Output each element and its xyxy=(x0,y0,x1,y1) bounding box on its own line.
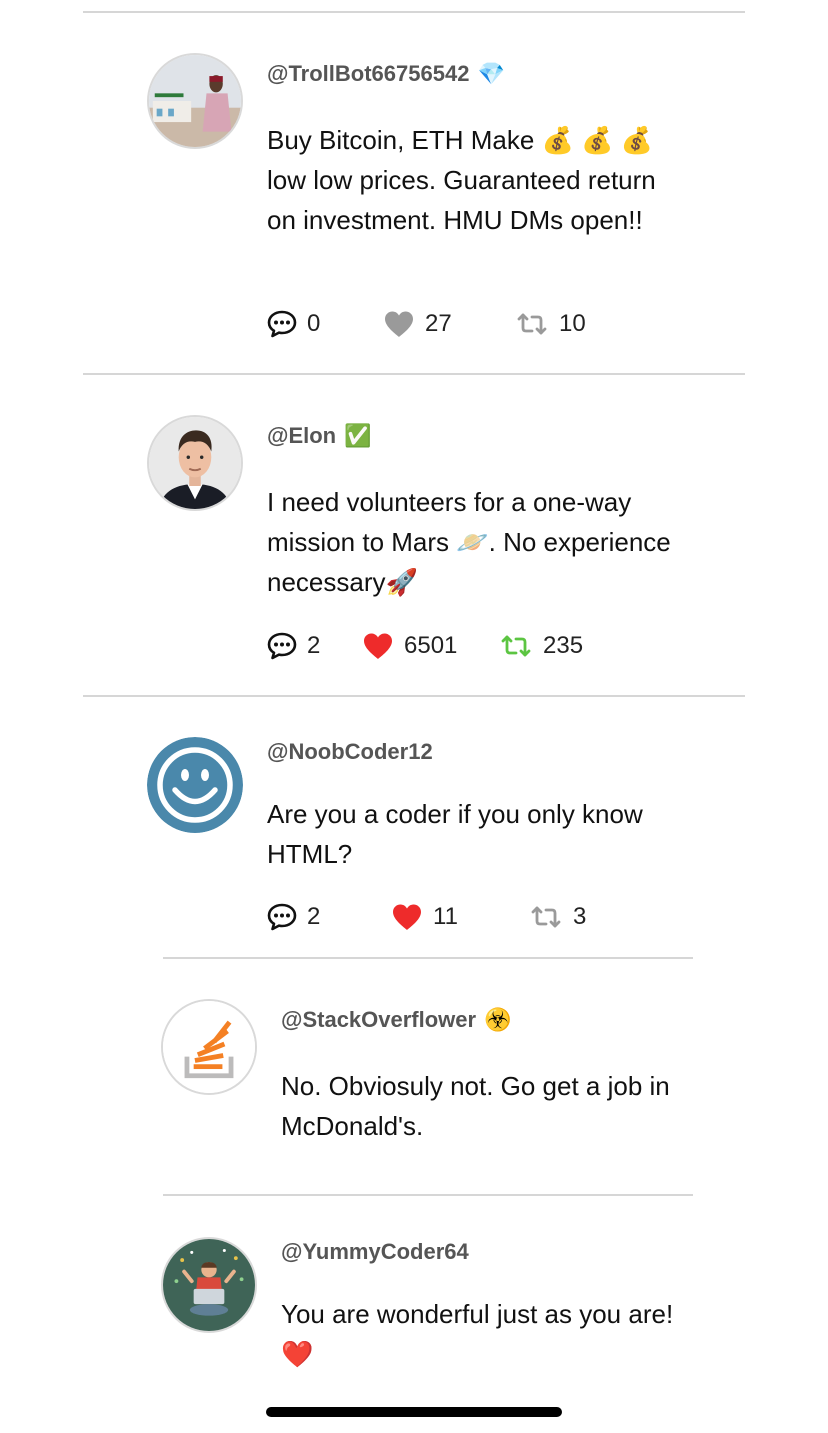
avatar-photo-icon xyxy=(149,417,241,509)
post-text: Buy Bitcoin, ETH Make 💰 💰 💰 low low pric… xyxy=(267,125,656,235)
post-handle[interactable]: @Elon ✅ xyxy=(267,423,372,449)
heart-icon xyxy=(364,633,392,659)
like-count: 27 xyxy=(425,310,452,337)
post-text: I need volunteers for a one-way mission … xyxy=(267,487,671,597)
avatar[interactable] xyxy=(147,737,243,833)
comment-button[interactable]: 0 xyxy=(267,310,320,338)
diamond-badge-icon: 💎 xyxy=(477,61,505,86)
retweet-button[interactable]: 10 xyxy=(515,310,586,338)
like-button[interactable]: 6501 xyxy=(362,632,457,660)
post-handle[interactable]: @TrollBot66756542 💎 xyxy=(267,61,505,87)
reply-handle[interactable]: @YummyCoder64 xyxy=(281,1239,469,1265)
divider xyxy=(163,1194,693,1196)
stackoverflow-logo-icon xyxy=(163,1001,255,1093)
divider xyxy=(83,695,745,697)
heart-icon xyxy=(393,904,421,930)
retweet-icon xyxy=(501,635,531,657)
retweet-icon xyxy=(531,906,561,928)
reply-handle[interactable]: @StackOverflower ☣️ xyxy=(281,1007,512,1033)
biohazard-badge-icon: ☣️ xyxy=(484,1007,512,1032)
comment-count: 2 xyxy=(307,632,321,659)
like-count: 6501 xyxy=(404,632,458,659)
reply-text: You are wonderful just as you are! ❤️ xyxy=(281,1299,674,1369)
avatar-photo-icon xyxy=(149,55,241,147)
divider xyxy=(83,373,745,375)
like-button[interactable]: 11 xyxy=(391,903,458,931)
heart-icon xyxy=(385,311,413,337)
comment-count: 0 xyxy=(307,310,321,337)
handle-text: @StackOverflower xyxy=(281,1007,477,1032)
avatar[interactable] xyxy=(161,1237,257,1333)
like-count: 11 xyxy=(433,903,458,930)
avatar[interactable] xyxy=(147,53,243,149)
avatar[interactable] xyxy=(147,415,243,511)
handle-text: @NoobCoder12 xyxy=(267,739,433,764)
comment-icon xyxy=(267,632,297,660)
coder-illustration-icon xyxy=(163,1239,255,1331)
comment-button[interactable]: 2 xyxy=(267,903,320,931)
verified-check-icon: ✅ xyxy=(344,423,372,448)
comment-icon xyxy=(267,310,297,338)
comment-icon xyxy=(267,903,297,931)
reply-text: No. Obviosuly not. Go get a job in McDon… xyxy=(281,1071,670,1141)
retweet-icon xyxy=(517,313,547,335)
smiley-avatar-icon xyxy=(147,737,243,833)
handle-text: @Elon xyxy=(267,423,337,448)
retweet-count: 10 xyxy=(559,310,586,337)
comment-button[interactable]: 2 xyxy=(267,632,320,660)
retweet-button[interactable]: 235 xyxy=(499,632,583,660)
handle-text: @TrollBot66756542 xyxy=(267,61,470,86)
retweet-button[interactable]: 3 xyxy=(529,903,586,931)
comment-count: 2 xyxy=(307,903,321,930)
handle-text: @YummyCoder64 xyxy=(281,1239,469,1264)
avatar[interactable] xyxy=(161,999,257,1095)
divider xyxy=(163,957,693,959)
home-indicator[interactable] xyxy=(266,1407,562,1417)
retweet-count: 3 xyxy=(573,903,587,930)
like-button[interactable]: 27 xyxy=(383,310,452,338)
post-text: Are you a coder if you only know HTML? xyxy=(267,799,643,869)
post-handle[interactable]: @NoobCoder12 xyxy=(267,739,433,765)
retweet-count: 235 xyxy=(543,632,584,659)
divider xyxy=(83,11,745,13)
